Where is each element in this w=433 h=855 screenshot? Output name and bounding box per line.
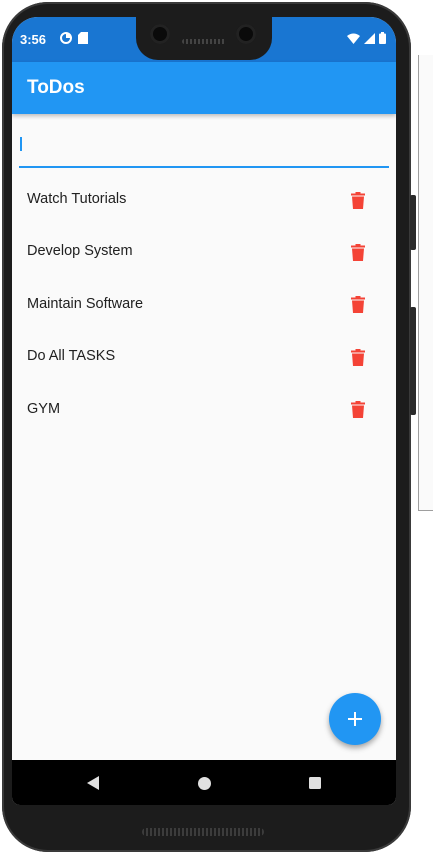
todo-text: Watch Tutorials: [27, 191, 127, 207]
delete-icon: [351, 191, 365, 209]
list-item[interactable]: Do All TASKS: [12, 330, 396, 382]
recents-button[interactable]: [304, 772, 326, 794]
app-title: ToDos: [27, 77, 85, 98]
delete-icon: [351, 243, 365, 261]
add-todo-button[interactable]: [329, 693, 381, 745]
todo-input[interactable]: [19, 129, 389, 166]
earpiece-speaker: [182, 39, 226, 44]
list-item[interactable]: Develop System: [12, 225, 396, 277]
status-time: 3:56: [20, 32, 47, 47]
navigation-bar: [12, 760, 396, 805]
recents-icon: [309, 777, 321, 789]
todo-text: Do All TASKS: [27, 348, 116, 365]
list-item[interactable]: GYM: [12, 383, 396, 435]
todo-list: Watch Tutorials Develop System Maintain …: [12, 173, 396, 435]
delete-button[interactable]: [348, 346, 368, 368]
wifi-icon: [347, 33, 360, 44]
battery-icon: [379, 32, 386, 44]
signal-icon: [364, 32, 375, 44]
app-bar: ToDos: [12, 62, 396, 114]
power-button: [410, 195, 416, 250]
list-item[interactable]: Watch Tutorials: [12, 173, 396, 225]
data-saver-icon: [60, 32, 72, 44]
delete-icon: [351, 296, 365, 314]
back-button[interactable]: [82, 772, 104, 794]
back-icon: [87, 776, 99, 790]
list-item[interactable]: Maintain Software: [12, 278, 396, 330]
home-button[interactable]: [193, 772, 215, 794]
background-window-edge: [418, 55, 433, 511]
bottom-speaker: [142, 828, 264, 836]
add-icon: [348, 712, 362, 726]
todo-text: Develop System: [27, 243, 133, 260]
delete-icon: [351, 401, 365, 419]
delete-button[interactable]: [348, 241, 368, 263]
delete-button[interactable]: [348, 189, 368, 211]
delete-icon: [351, 348, 365, 366]
sd-card-icon: [78, 32, 88, 44]
delete-button[interactable]: [348, 399, 368, 421]
home-icon: [197, 776, 211, 790]
todo-input-field[interactable]: [19, 129, 389, 168]
phone-frame: 3:56 ToDos Watch Tutorials Develop Syste…: [2, 2, 416, 852]
display-notch: [136, 17, 272, 60]
front-camera-right: [236, 24, 256, 44]
front-camera-left: [150, 24, 170, 44]
todo-text: Maintain Software: [27, 295, 144, 312]
screen: 3:56 ToDos Watch Tutorials Develop Syste…: [12, 17, 396, 805]
volume-rocker: [410, 307, 416, 415]
todo-text: GYM: [27, 400, 61, 417]
delete-button[interactable]: [348, 294, 368, 316]
